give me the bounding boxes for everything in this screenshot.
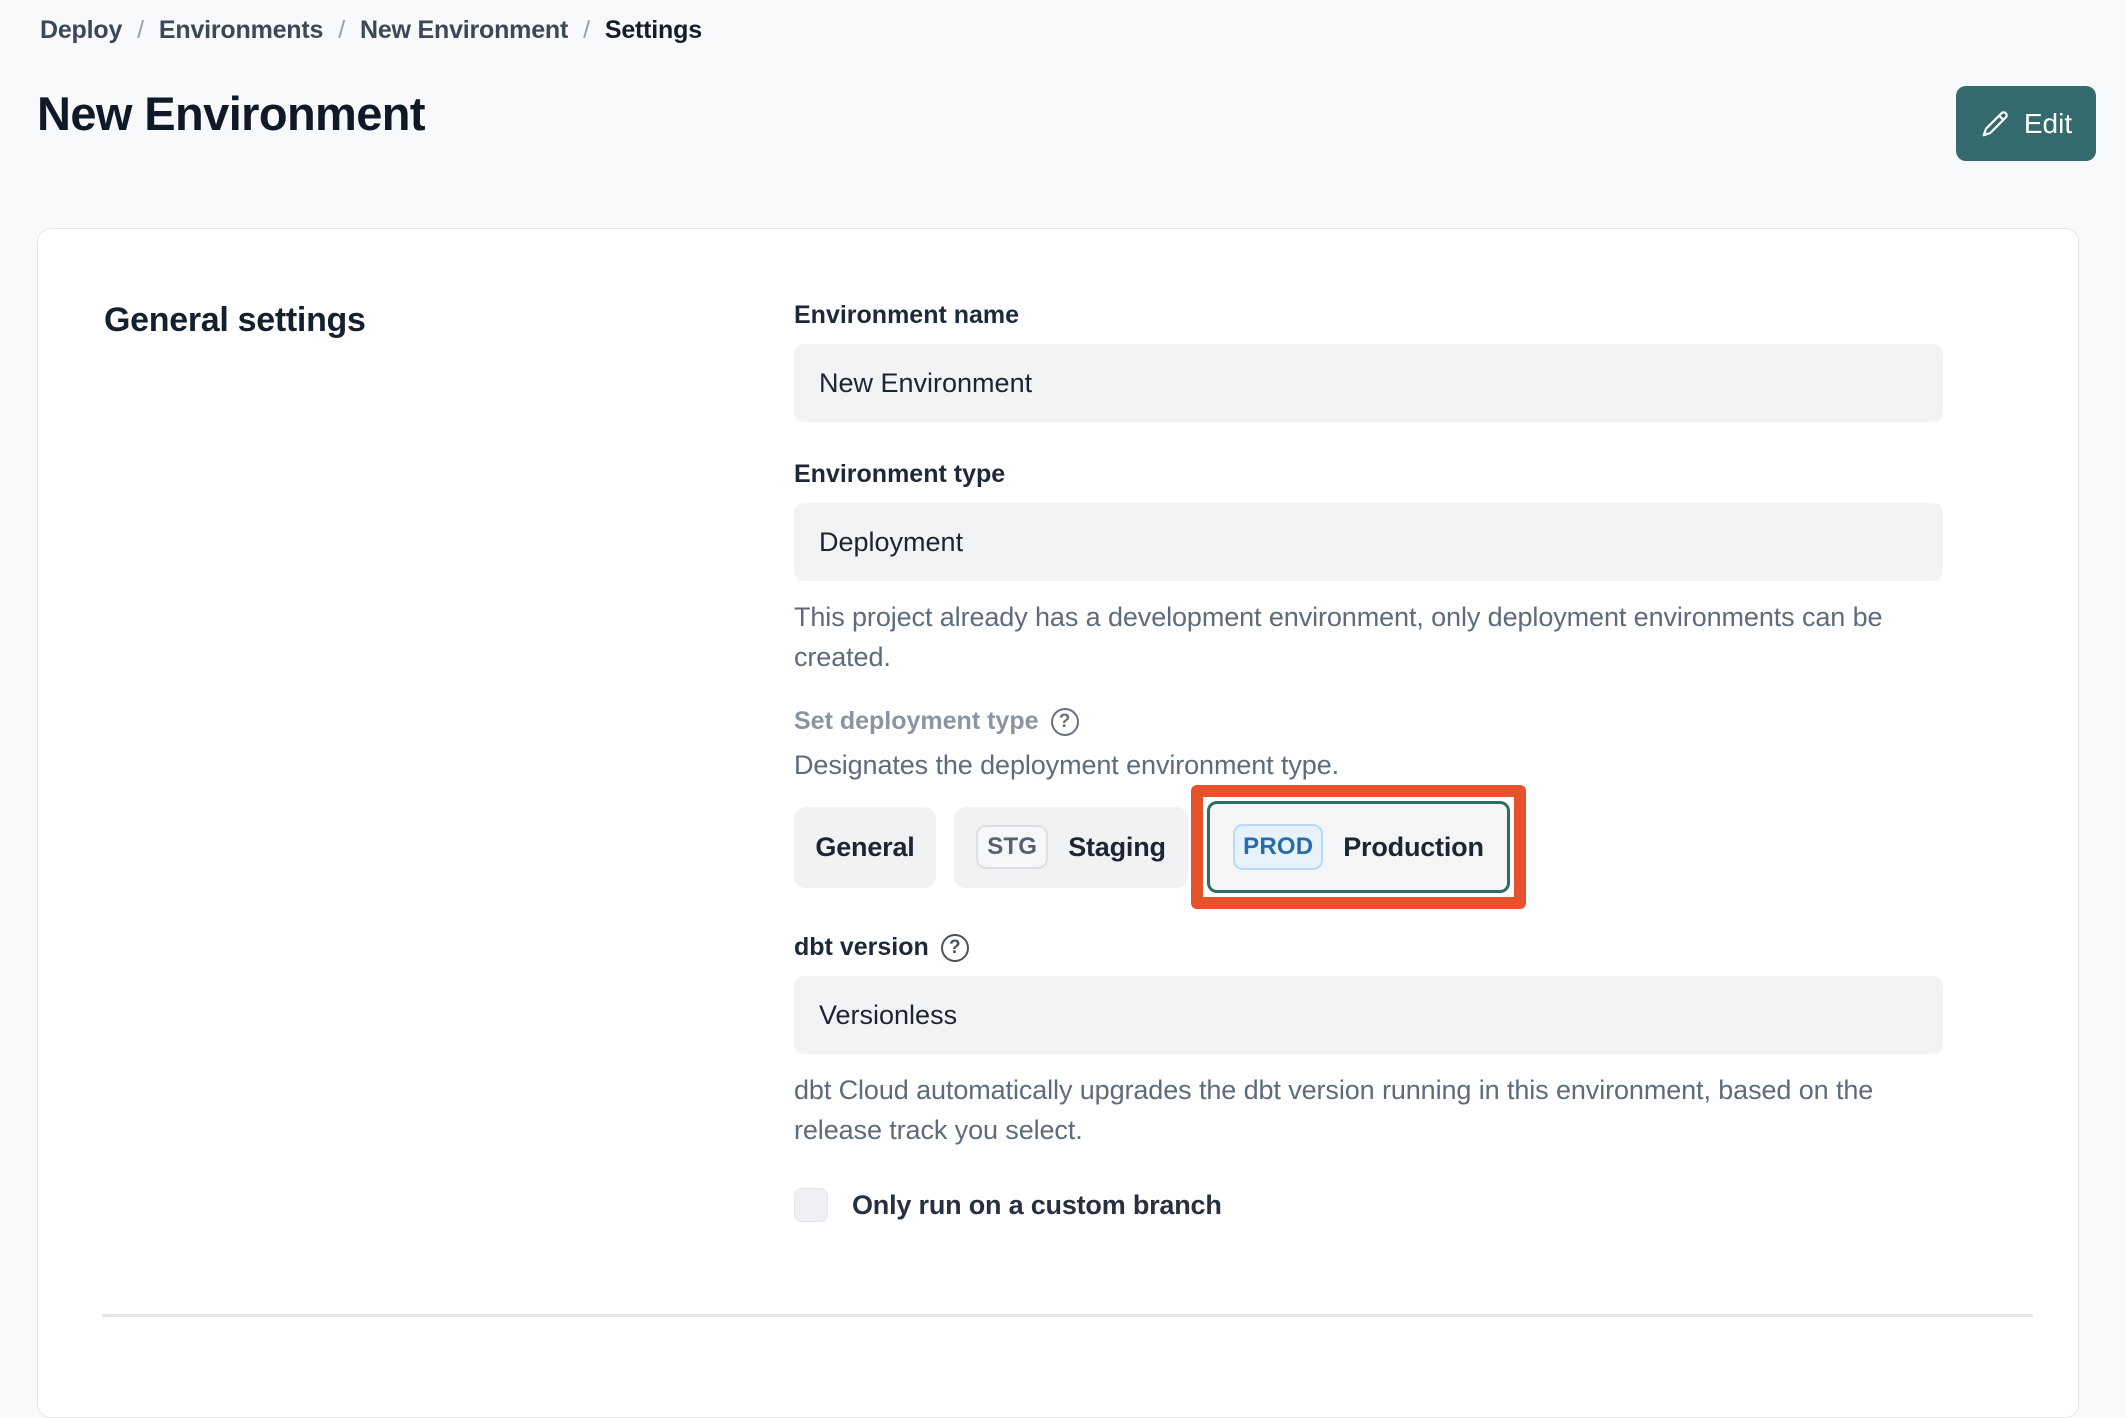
- deployment-type-description: Designates the deployment environment ty…: [794, 750, 1340, 780]
- environment-type-label: Environment type: [794, 460, 1006, 488]
- environment-name-input[interactable]: New Environment: [794, 344, 1943, 422]
- edit-button[interactable]: Edit: [1956, 86, 2096, 161]
- edit-button-label: Edit: [2023, 107, 2073, 139]
- pencil-icon: [1980, 109, 2010, 139]
- custom-branch-checkbox[interactable]: [794, 1188, 828, 1222]
- section-divider: [102, 1314, 2033, 1317]
- environment-type-value: Deployment: [819, 526, 964, 557]
- environment-name-value: New Environment: [819, 367, 1033, 398]
- breadcrumb: Deploy / Environments / New Environment …: [40, 16, 702, 45]
- breadcrumb-separator: /: [583, 16, 590, 44]
- question-mark-circle-icon[interactable]: ?: [940, 933, 969, 962]
- custom-branch-label: Only run on a custom branch: [852, 1189, 1222, 1220]
- custom-branch-row: Only run on a custom branch: [794, 1188, 1943, 1222]
- deployment-type-label: Set deployment type: [794, 707, 1039, 735]
- breadcrumb-environments[interactable]: Environments: [159, 16, 324, 45]
- question-mark-circle-icon[interactable]: ?: [1050, 707, 1079, 736]
- deployment-type-label-row: Set deployment type ?: [794, 707, 1943, 736]
- breadcrumb-settings[interactable]: Settings: [605, 16, 702, 45]
- deployment-type-general-button[interactable]: General: [794, 806, 936, 888]
- deployment-type-production-label: Production: [1343, 831, 1484, 862]
- environment-name-label: Environment name: [794, 301, 1020, 329]
- prod-badge: PROD: [1233, 824, 1324, 870]
- annotation-highlight-box: PROD Production: [1191, 785, 1526, 909]
- breadcrumb-separator: /: [338, 16, 345, 44]
- dbt-version-input[interactable]: Versionless: [794, 976, 1943, 1054]
- dbt-version-value: Versionless: [819, 999, 958, 1030]
- deployment-type-staging-label: Staging: [1068, 831, 1166, 862]
- environment-type-input[interactable]: Deployment: [794, 503, 1943, 581]
- deployment-type-general-label: General: [815, 831, 915, 862]
- environment-type-helper: This project already has a development e…: [794, 602, 1883, 672]
- dbt-version-label: dbt version: [794, 933, 929, 961]
- dbt-version-helper: dbt Cloud automatically upgrades the dbt…: [794, 1075, 1874, 1145]
- stg-badge: STG: [976, 825, 1049, 869]
- section-title: General settings: [104, 301, 366, 339]
- deployment-type-production-button[interactable]: PROD Production: [1207, 801, 1510, 893]
- general-settings-card: General settings Environment name New En…: [37, 228, 2079, 1418]
- deployment-type-staging-button[interactable]: STG Staging: [954, 806, 1188, 888]
- deployment-type-options: General STG Staging PROD Production: [794, 785, 1943, 909]
- breadcrumb-separator: /: [137, 16, 144, 44]
- breadcrumb-new-environment[interactable]: New Environment: [360, 16, 568, 45]
- dbt-version-label-row: dbt version ?: [794, 933, 1943, 962]
- page-title: New Environment: [37, 87, 426, 140]
- breadcrumb-deploy[interactable]: Deploy: [40, 16, 122, 45]
